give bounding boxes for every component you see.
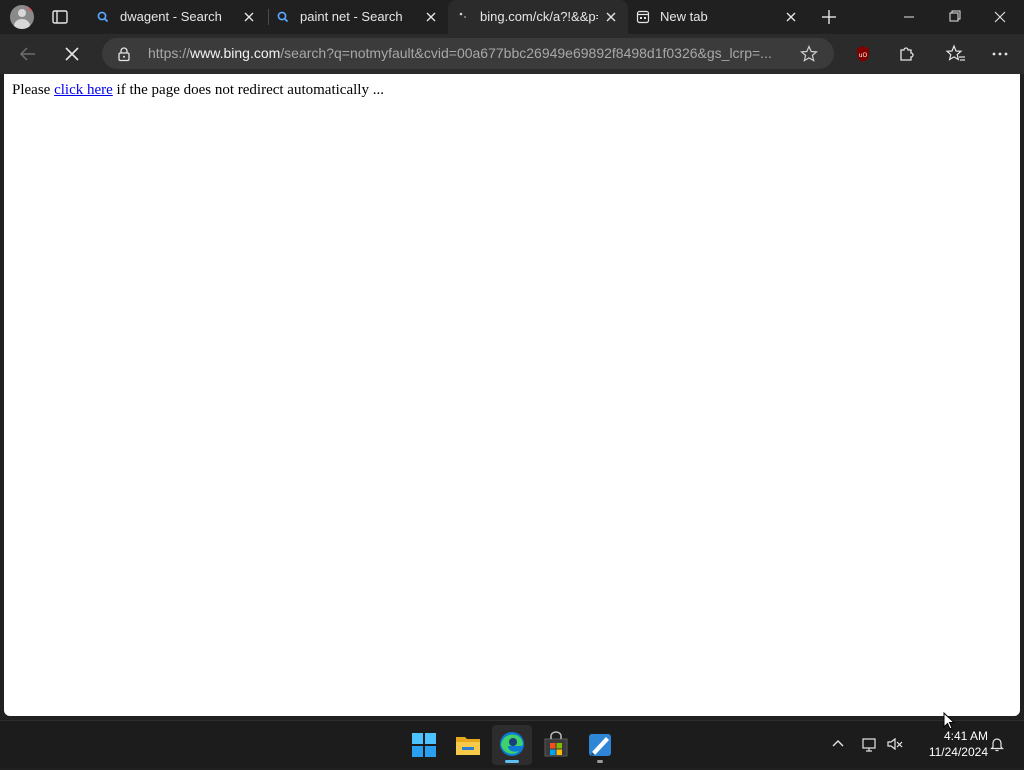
- ublock-origin-extension-button[interactable]: uO: [849, 40, 877, 68]
- close-tab-icon[interactable]: [242, 10, 256, 24]
- back-button[interactable]: [14, 40, 42, 68]
- puzzle-piece-icon: [900, 47, 914, 61]
- clock-time: 4:41 AM: [943, 729, 988, 743]
- start-button[interactable]: [404, 725, 444, 765]
- restore-button[interactable]: [932, 0, 978, 34]
- ublock-shield-icon: uO: [857, 46, 869, 62]
- tab-title: bing.com/ck/a?!&&p=: [480, 9, 598, 24]
- arrow-left-icon: [19, 47, 35, 61]
- chevron-up-icon[interactable]: [829, 735, 847, 753]
- windows-start-icon: [412, 733, 436, 757]
- running-app-indicator: [597, 760, 603, 763]
- browser-toolbar: https://www.bing.com/search?q=notmyfault…: [0, 34, 1024, 74]
- paint-net-button[interactable]: [580, 725, 620, 765]
- new-tab-button[interactable]: [816, 5, 842, 29]
- tab-new-tab[interactable]: New tab: [628, 0, 808, 34]
- mouse-cursor-icon: [943, 712, 955, 730]
- tab-bing-redirect[interactable]: bing.com/ck/a?!&&p=: [448, 0, 628, 34]
- volume-muted-icon[interactable]: [886, 735, 904, 753]
- close-window-button[interactable]: [978, 0, 1024, 34]
- tab-title: dwagent - Search: [120, 9, 222, 24]
- restore-icon: [949, 10, 961, 22]
- avatar-head: [18, 9, 26, 17]
- close-tab-icon[interactable]: [784, 10, 798, 24]
- more-ellipsis-icon: [992, 52, 1008, 56]
- favorite-star-icon[interactable]: [799, 44, 819, 64]
- file-explorer-button[interactable]: [448, 725, 488, 765]
- tab-title: paint net - Search: [300, 9, 403, 24]
- avatar-body: [14, 19, 30, 29]
- address-bar[interactable]: https://www.bing.com/search?q=notmyfault…: [102, 38, 834, 69]
- redirect-text-before: Please: [12, 82, 55, 98]
- minimize-icon: [904, 16, 914, 18]
- click-here-link[interactable]: click here: [54, 82, 113, 98]
- favorites-star-list-icon: [945, 44, 965, 61]
- stop-loading-button[interactable]: [58, 40, 86, 68]
- new-tab-page-icon: [636, 10, 650, 24]
- system-clock[interactable]: 4:41 AM 11/24/2024: [912, 728, 988, 760]
- file-explorer-icon: [456, 737, 480, 755]
- microsoft-store-button[interactable]: [536, 725, 576, 765]
- active-app-indicator: [505, 760, 519, 763]
- settings-more-button[interactable]: [986, 40, 1014, 68]
- bing-search-icon: [277, 11, 289, 23]
- microsoft-store-icon: [544, 731, 568, 757]
- tab-dwagent-search[interactable]: dwagent - Search: [88, 0, 266, 34]
- close-icon: [994, 11, 1006, 23]
- tab-title: New tab: [660, 9, 708, 24]
- notification-bell-icon[interactable]: [988, 735, 1006, 753]
- url-scheme: https://: [148, 45, 191, 61]
- redirect-text-after: if the page does not redirect automatica…: [112, 82, 384, 98]
- network-icon[interactable]: [861, 735, 879, 753]
- loading-spinner-icon: [459, 12, 466, 18]
- minimize-button[interactable]: [886, 0, 932, 34]
- close-tab-icon[interactable]: [424, 10, 438, 24]
- url-text[interactable]: https://www.bing.com/search?q=notmyfault…: [148, 45, 788, 61]
- edge-icon: [500, 732, 524, 756]
- favorites-button[interactable]: [942, 40, 970, 68]
- profile-avatar-icon[interactable]: [10, 5, 34, 29]
- tab-paint-net-search[interactable]: paint net - Search: [268, 0, 448, 34]
- taskbar: 4:41 AM 11/24/2024: [0, 720, 1024, 768]
- close-tab-icon[interactable]: [604, 10, 618, 24]
- tab-strip: dwagent - Search paint net - Search bing…: [0, 0, 1024, 34]
- url-host: www.bing.com: [190, 45, 281, 61]
- clock-date: 11/24/2024: [928, 745, 988, 759]
- plus-icon: [822, 10, 836, 24]
- extensions-button[interactable]: [893, 40, 921, 68]
- paint-net-icon: [589, 734, 611, 756]
- page-viewport: Please click here if the page does not r…: [4, 74, 1020, 716]
- redirect-message: Please click here if the page does not r…: [12, 82, 384, 99]
- url-path: /search?q=notmyfault&cvid=00a677bbc26949…: [280, 45, 772, 61]
- edge-taskbar-button[interactable]: [492, 725, 532, 765]
- tab-actions-menu-icon[interactable]: [48, 5, 72, 29]
- bing-search-icon: [97, 11, 109, 23]
- profile-notification-dot: [28, 5, 34, 11]
- stop-x-icon: [65, 47, 79, 61]
- svg-text:uO: uO: [859, 52, 868, 59]
- lock-icon[interactable]: [116, 46, 132, 62]
